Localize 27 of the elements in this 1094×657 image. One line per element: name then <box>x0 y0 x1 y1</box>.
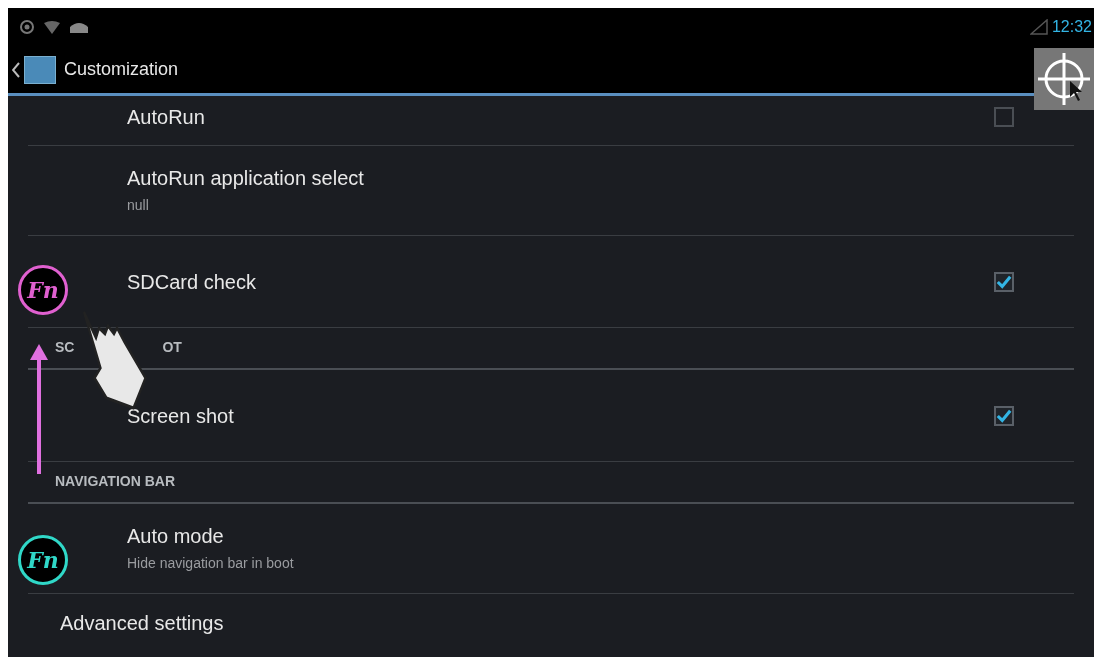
fn-badge: Fn <box>18 265 68 315</box>
crosshair-button[interactable] <box>1034 48 1094 110</box>
crosshair-icon <box>1036 51 1092 107</box>
section-header: NAVIGATION BAR <box>55 472 176 491</box>
checkbox[interactable] <box>994 405 1014 426</box>
setting-title: Auto mode <box>127 523 225 549</box>
back-icon[interactable] <box>12 61 20 78</box>
checkmark-icon <box>996 407 1012 424</box>
setting-summary: null <box>127 195 150 215</box>
setting-title: AutoRun application select <box>127 165 365 191</box>
signal-icon <box>1029 19 1048 35</box>
setting-title: AutoRun <box>127 104 205 130</box>
action-bar-title: Customization <box>64 58 179 81</box>
clock: 12:32 <box>1051 17 1092 37</box>
arrow-icon <box>30 344 48 474</box>
setting-title: Screen shot <box>127 403 234 429</box>
section-header: SC <box>55 338 75 357</box>
checkmark-icon <box>996 273 1012 290</box>
setting-title: Advanced settings <box>60 610 224 636</box>
wifi-icon <box>44 20 60 34</box>
setting-summary: Hide navigation bar in boot <box>127 553 295 573</box>
fn-badge: Fn <box>18 535 68 585</box>
setting-title: SDCard check <box>127 269 256 295</box>
section-header: OT <box>162 338 182 357</box>
checkbox[interactable] <box>994 271 1014 292</box>
gps-icon <box>20 20 34 34</box>
checkbox[interactable] <box>994 106 1014 127</box>
